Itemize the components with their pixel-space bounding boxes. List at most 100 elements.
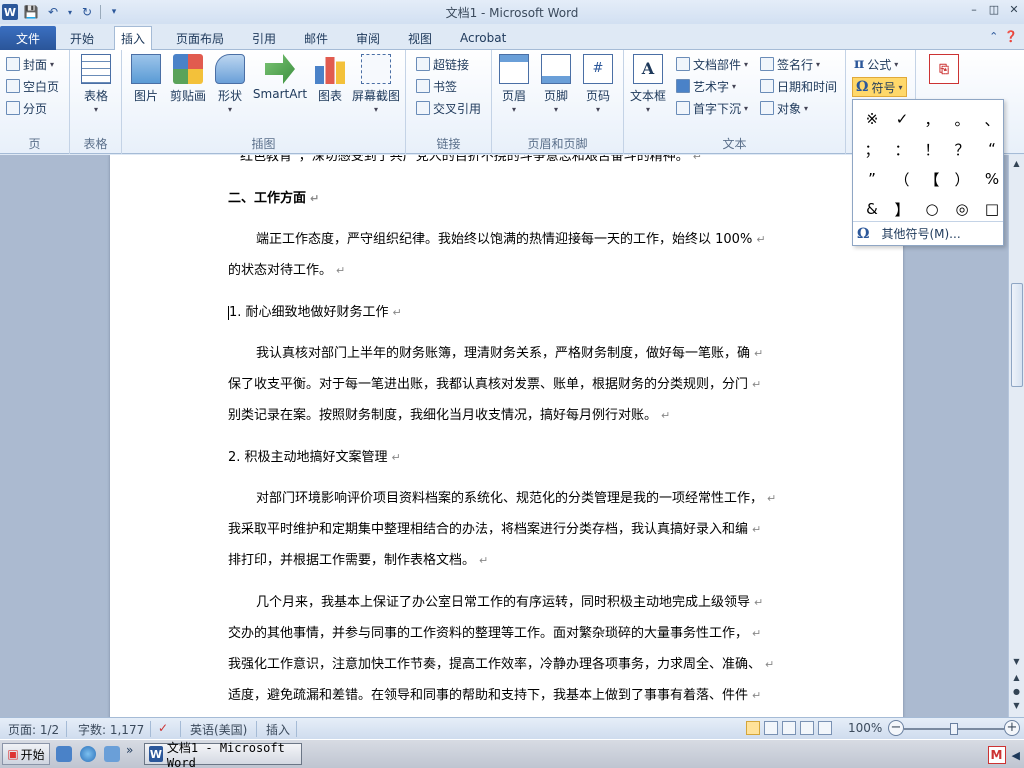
symbol-cell[interactable]: ” [857,164,887,194]
tab-file[interactable]: 文件 [0,26,56,50]
word-count[interactable]: 字数: 1,177 [78,721,144,738]
cross-reference-button[interactable]: 交叉引用 [416,98,481,118]
media-icon[interactable] [104,746,120,762]
page-break-button[interactable]: 分页 [6,98,47,118]
more-quicklaunch-icon[interactable]: » [126,743,142,759]
close-icon[interactable]: ✕ [1008,3,1020,16]
tab-home[interactable]: 开始 [64,26,100,50]
symbol-cell[interactable]: ？ [947,134,977,164]
bookmark-button[interactable]: 书签 [416,76,457,96]
header-button[interactable]: 页眉 ▾ [492,54,536,114]
document-line-text: 我采取平时维护和定期集中整理相结合的办法，将档案进行分类存档，我认真搞好录入和编 [228,522,749,537]
restore-icon[interactable]: ◫ [988,3,1000,16]
chart-button[interactable]: 图表 [308,54,352,104]
tab-view[interactable]: 视图 [402,26,438,50]
symbol-cell[interactable]: □ [977,194,1007,224]
hyperlink-button[interactable]: 超链接 [416,54,469,74]
paragraph-mark-icon: ↵ [391,451,401,464]
tab-insert[interactable]: 插入 [114,26,153,50]
symbol-grid: ※ ✓，。、 ；：！？ “ ” （【）% &】 ○ ◎ □ [857,104,1007,224]
zoom-out-icon[interactable]: − [888,720,904,736]
collapse-ribbon-icon[interactable]: ⌃ [989,30,998,43]
cover-page-button[interactable]: 封面 ▾ [6,54,54,74]
signature-line-button[interactable]: 签名行 ▾ [760,54,820,74]
symbol-cell[interactable]: 】 [887,194,917,224]
document-page[interactable]: 红色教育”，深切感受到了共产党人的百折不挠的斗争意志和艰苦奋斗的精神。 ↵ 二、工作… [110,155,903,717]
symbol-cell[interactable]: ， [917,104,947,134]
page-number-label: 页码 [585,89,610,103]
status-separator [296,721,297,737]
minimize-icon[interactable]: – [968,3,980,16]
symbol-cell[interactable]: ； [857,134,887,164]
prev-page-icon[interactable]: ▲ [1009,671,1024,685]
help-icon[interactable]: ❓ [1004,30,1018,43]
symbol-cell[interactable]: 【 [917,164,947,194]
outline-icon[interactable] [800,721,814,735]
language[interactable]: 英语(美国) [190,721,247,738]
browser-icon[interactable] [80,746,96,762]
textbox-button[interactable]: A 文本框 ▾ [626,54,670,114]
shapes-button[interactable]: 形状 ▾ [208,54,252,114]
equation-button[interactable]: π 公式 ▾ [854,54,898,74]
symbol-cell[interactable]: 、 [977,104,1007,134]
page-number-button[interactable]: # 页码 ▾ [576,54,620,114]
symbol-cell[interactable]: （ [887,164,917,194]
desktop-icon[interactable] [56,746,72,762]
scroll-down-icon[interactable]: ▼ [1009,655,1024,669]
acrobat-embed-button[interactable]: ⎘ [922,54,966,87]
next-page-icon[interactable]: ▼ [1009,699,1024,713]
status-separator [150,721,151,737]
status-bar: 页面: 1/2 字数: 1,177 ✓ 英语(美国) 插入 100% − + [0,717,1024,739]
tab-references[interactable]: 引用 [246,26,282,50]
symbol-cell[interactable]: % [977,164,1007,194]
symbol-cell[interactable]: ： [887,134,917,164]
picture-button[interactable]: 图片 [124,54,168,104]
symbol-cell[interactable]: 。 [947,104,977,134]
tab-acrobat[interactable]: Acrobat [454,26,512,50]
task-word-document[interactable]: W 文档1 - Microsoft Word [144,741,302,768]
start-button[interactable]: ▣ 开始 [2,743,50,765]
proofing-icon[interactable]: ✓ [158,721,168,735]
tray-app-icon[interactable]: M [987,746,1006,764]
date-time-button[interactable]: 日期和时间 [760,76,837,96]
quick-parts-button[interactable]: 文档部件 ▾ [676,54,748,74]
wordart-button[interactable]: 艺术字 ▾ [676,76,736,96]
symbol-cell[interactable]: ◎ [947,194,977,224]
blank-page-label: 空白页 [23,79,60,94]
tray-expand-icon[interactable]: ◀ [1012,749,1020,762]
scroll-up-icon[interactable]: ▲ [1009,157,1024,171]
full-screen-reading-icon[interactable] [764,721,778,735]
symbol-cell[interactable]: ※ [857,104,887,134]
insert-mode[interactable]: 插入 [266,721,290,738]
tab-page-layout[interactable]: 页面布局 [170,26,230,50]
scroll-thumb[interactable] [1011,283,1023,387]
print-layout-icon[interactable] [746,721,760,735]
symbol-button[interactable]: Ω 符号 ▾ [852,77,907,97]
object-button[interactable]: 对象 ▾ [760,98,808,118]
symbol-cell[interactable]: ） [947,164,977,194]
more-symbols-item[interactable]: Ω 其他符号(M)... [857,225,961,242]
symbol-cell[interactable]: ○ [917,194,947,224]
blank-page-button[interactable]: 空白页 [6,76,59,96]
document-line-text: 别类记录在案。按照财务制度，我细化当月收支情况，搞好每月例行对账。 [228,408,658,423]
tab-mailings[interactable]: 邮件 [298,26,334,50]
symbol-cell[interactable]: ！ [917,134,947,164]
web-layout-icon[interactable] [782,721,796,735]
clipart-button[interactable]: 剪贴画 [166,54,210,104]
zoom-level[interactable]: 100% [848,721,882,735]
symbol-cell[interactable]: “ [977,134,1007,164]
drop-cap-button[interactable]: 首字下沉 ▾ [676,98,748,118]
zoom-in-icon[interactable]: + [1004,720,1020,736]
tab-review[interactable]: 审阅 [350,26,386,50]
vertical-scrollbar[interactable]: ▲ ▼ ▲ ● ▼ [1008,155,1024,717]
screenshot-button[interactable]: 屏幕截图 ▾ [350,54,402,114]
zoom-slider-thumb[interactable] [950,723,958,735]
page-count[interactable]: 页面: 1/2 [8,721,59,738]
smartart-button[interactable]: SmartArt [253,54,307,101]
footer-button[interactable]: 页脚 ▾ [534,54,578,114]
symbol-cell[interactable]: ✓ [887,104,917,134]
browse-object-icon[interactable]: ● [1009,685,1024,699]
symbol-cell[interactable]: & [857,194,887,224]
draft-icon[interactable] [818,721,832,735]
table-button[interactable]: 表格 ▾ [74,54,118,114]
